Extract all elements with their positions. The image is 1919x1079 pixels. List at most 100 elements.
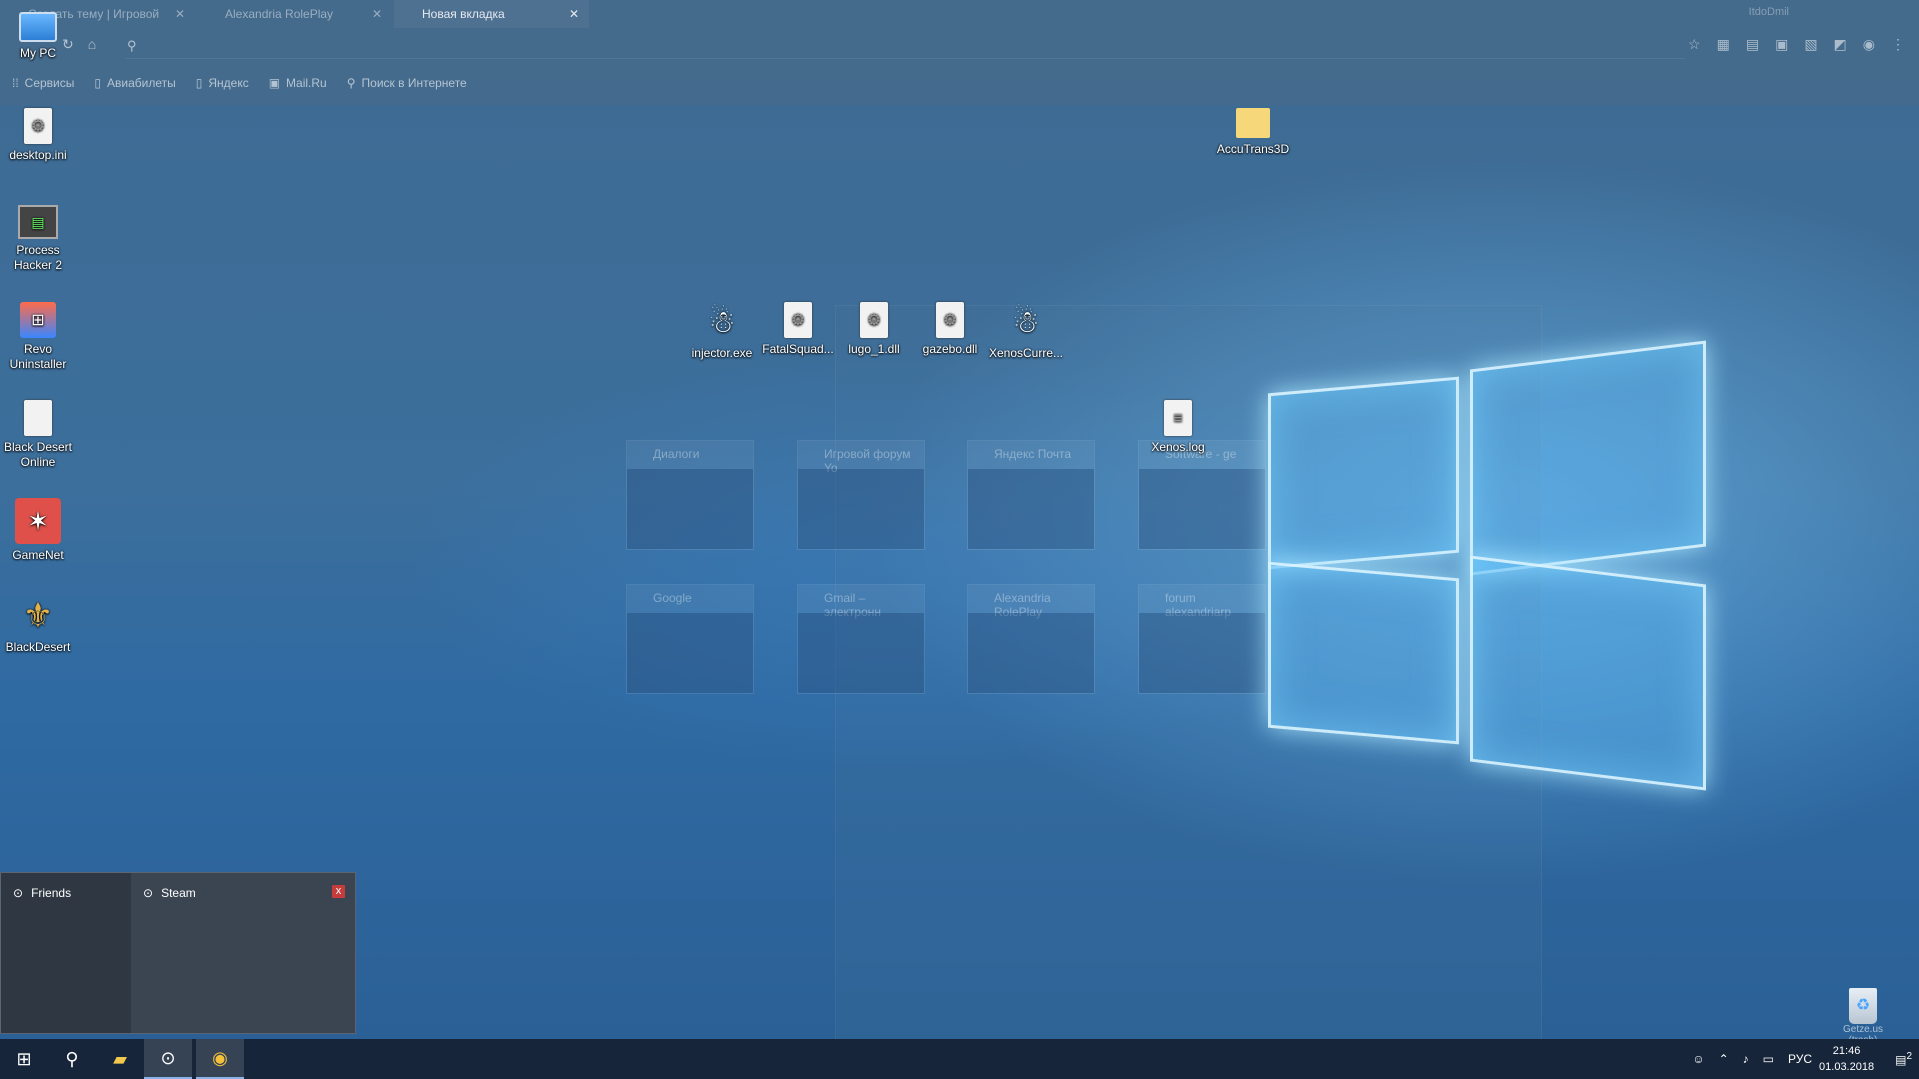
folder-icon [1236, 108, 1270, 138]
notification-center-icon[interactable]: ▤2 [1895, 1051, 1912, 1067]
address-bar[interactable]: ⚲ [125, 36, 1685, 59]
desktop-icon-desktop-ini[interactable]: ⚙ desktop.ini [0, 108, 78, 163]
settings-file-icon: ⚙ [784, 302, 812, 338]
desktop-file-xenoscurrent[interactable]: ☃ XenosCurre... [986, 302, 1066, 361]
close-tab-icon[interactable]: ✕ [569, 0, 579, 28]
bookmark-avia[interactable]: ▯ Авиабилеты [94, 76, 175, 90]
extension-icon[interactable]: ▣ [1775, 36, 1788, 53]
steam-icon: ⊙ [143, 886, 154, 900]
settings-file-icon: ⚙ [936, 302, 964, 338]
taskbar: ⊞ ⚲ ▰ ⊙ ◉ ☺ ⌃ ♪ ▭ РУС 21:46 01.03.2018 ▤2 [0, 1039, 1919, 1079]
search-button[interactable]: ⚲ [48, 1039, 96, 1079]
extension-icon[interactable]: ▦ [1717, 36, 1730, 53]
speed-dial-tile[interactable]: Gmail – электронн [797, 584, 925, 694]
system-tray: ☺ ⌃ ♪ ▭ РУС 21:46 01.03.2018 ▤2 [1685, 1039, 1919, 1079]
desktop-icon-my-pc[interactable]: My PC [0, 12, 78, 61]
speed-dial-tile[interactable]: Google [626, 584, 754, 694]
search-icon: ⚲ [65, 1048, 79, 1069]
star-icon[interactable]: ☆ [1688, 36, 1701, 53]
speed-dial-tile[interactable]: Игровой форум Yo [797, 440, 925, 550]
bookmark-search[interactable]: ⚲ Поиск в Интернете [347, 76, 467, 90]
tab-alexandria[interactable]: Alexandria RolePlay ✕ [197, 0, 392, 28]
language-indicator[interactable]: РУС [1788, 1052, 1812, 1066]
start-button[interactable]: ⊞ [0, 1039, 48, 1079]
blank-file-icon [24, 400, 52, 436]
desktop-icon-process-hacker[interactable]: ▤ Process Hacker 2 [0, 205, 78, 273]
extension-icon[interactable]: ◉ [1863, 36, 1875, 53]
app-icon: ☃ [1012, 305, 1040, 339]
windows-logo-pane [1268, 561, 1459, 745]
speed-dial-tile[interactable]: Alexandria RolePlay [967, 584, 1095, 694]
people-icon[interactable]: ☺ [1692, 1052, 1704, 1066]
desktop-file-lugo[interactable]: ⚙ lugo_1.dll [834, 302, 914, 357]
page-icon: ▯ [195, 76, 203, 90]
speed-dial-tile[interactable]: Диалоги [626, 440, 754, 550]
tile-thumbnail [1139, 613, 1265, 693]
windows-icon: ⊞ [16, 1048, 32, 1069]
recycle-bin-icon: ♻ [1849, 988, 1877, 1024]
close-tab-icon[interactable]: ✕ [372, 0, 382, 28]
home-icon[interactable]: ⌂ [88, 36, 96, 53]
steam-icon: ⊙ [13, 886, 24, 900]
friends-item[interactable]: ⊙ Friends [13, 886, 71, 900]
tile-thumbnail [968, 613, 1094, 693]
search-icon: ⚲ [346, 76, 356, 90]
chrome-taskbar-button[interactable]: ◉ [196, 1039, 244, 1079]
desktop-icon-bdo[interactable]: Black Desert Online [0, 400, 78, 470]
mail-icon: ▣ [268, 76, 281, 90]
close-tab-icon[interactable]: ✕ [175, 0, 185, 28]
desktop-file-fatalsquad[interactable]: ⚙ FatalSquad... [758, 302, 838, 357]
desktop-icon-blackdesert[interactable]: ⚜ BlackDesert [0, 596, 78, 655]
gamenet-icon: ✶ [15, 498, 61, 544]
windows-logo-pane [1268, 376, 1459, 570]
menu-icon[interactable]: ⋮ [1891, 36, 1905, 53]
tab-label: Новая вкладка [422, 7, 505, 21]
speed-dial-tile[interactable]: Software - ge [1138, 440, 1266, 550]
monitor-icon: ▤ [18, 205, 58, 239]
bookmark-yandex[interactable]: ▯ Яндекс [196, 76, 249, 90]
extension-icon[interactable]: ▧ [1804, 36, 1817, 53]
app-icon: ☃ [708, 305, 736, 339]
desktop-file-gazebo[interactable]: ⚙ gazebo.dll [910, 302, 990, 357]
steam-taskbar-button[interactable]: ⊙ [144, 1039, 192, 1079]
speed-dial-tile[interactable]: forum alexandriarp [1138, 584, 1266, 694]
extension-icon[interactable]: ◩ [1834, 36, 1847, 53]
settings-file-icon: ⚙ [24, 108, 52, 144]
speed-dial-tile[interactable]: Яндекс Почта [967, 440, 1095, 550]
file-explorer-button[interactable]: ▰ [96, 1039, 144, 1079]
notification-count: 2 [1906, 1051, 1912, 1062]
settings-file-icon: ⚙ [860, 302, 888, 338]
bird-emblem-icon: ⚜ [22, 596, 54, 635]
tab-strip: Создать тему | Игровой ✕ Alexandria RoleP… [0, 0, 591, 28]
tile-thumbnail [627, 469, 753, 549]
uninstaller-icon: ⊞ [20, 302, 56, 338]
recycle-bin[interactable]: ♻Getze.us (trash) [1838, 988, 1888, 1046]
chevron-up-icon[interactable]: ⌃ [1719, 1052, 1729, 1066]
browser-overlay: Создать тему | Игровой ✕ Alexandria RoleP… [0, 0, 1919, 105]
folder-icon: ▰ [113, 1048, 127, 1069]
clock[interactable]: 21:46 01.03.2018 [1819, 1043, 1874, 1075]
desktop-file-xenos-log[interactable]: ≡ Xenos.log [1138, 400, 1218, 455]
tile-thumbnail [627, 613, 753, 693]
close-icon[interactable]: x [332, 885, 345, 898]
bookmarks-bar: ⁞⁞ Сервисы ▯ Авиабилеты ▯ Яндекс ▣ Mail.Ru ⚲… [12, 76, 467, 90]
desktop-icon-revo[interactable]: ⊞ Revo Uninstaller [0, 302, 78, 372]
steam-taskbar-popup: ⊙ Friends ⊙ Steam x [0, 872, 356, 1034]
profile-name[interactable]: ItdoDmil [1749, 6, 1789, 18]
desktop-folder-accutrans[interactable]: AccuTrans3D [1213, 108, 1293, 157]
page-icon: ▯ [94, 76, 101, 90]
network-icon[interactable]: ▭ [1763, 1052, 1774, 1066]
bookmark-mailru[interactable]: ▣ Mail.Ru [269, 76, 327, 90]
tab-new-tab[interactable]: Новая вкладка ✕ [394, 0, 589, 28]
windows-logo-pane [1470, 555, 1706, 791]
steam-item[interactable]: ⊙ Steam [143, 886, 196, 900]
desktop-file-injector[interactable]: ☃ injector.exe [682, 302, 762, 361]
apps-grid-icon: ⁞⁞ [12, 76, 19, 90]
tile-thumbnail [798, 469, 924, 549]
computer-icon [19, 12, 57, 42]
desktop-icon-gamenet[interactable]: ✶ GameNet [0, 498, 78, 563]
extension-icon[interactable]: ▤ [1746, 36, 1759, 53]
tile-thumbnail [798, 613, 924, 693]
bookmark-services[interactable]: ⁞⁞ Сервисы [12, 76, 74, 90]
volume-icon[interactable]: ♪ [1743, 1052, 1749, 1066]
